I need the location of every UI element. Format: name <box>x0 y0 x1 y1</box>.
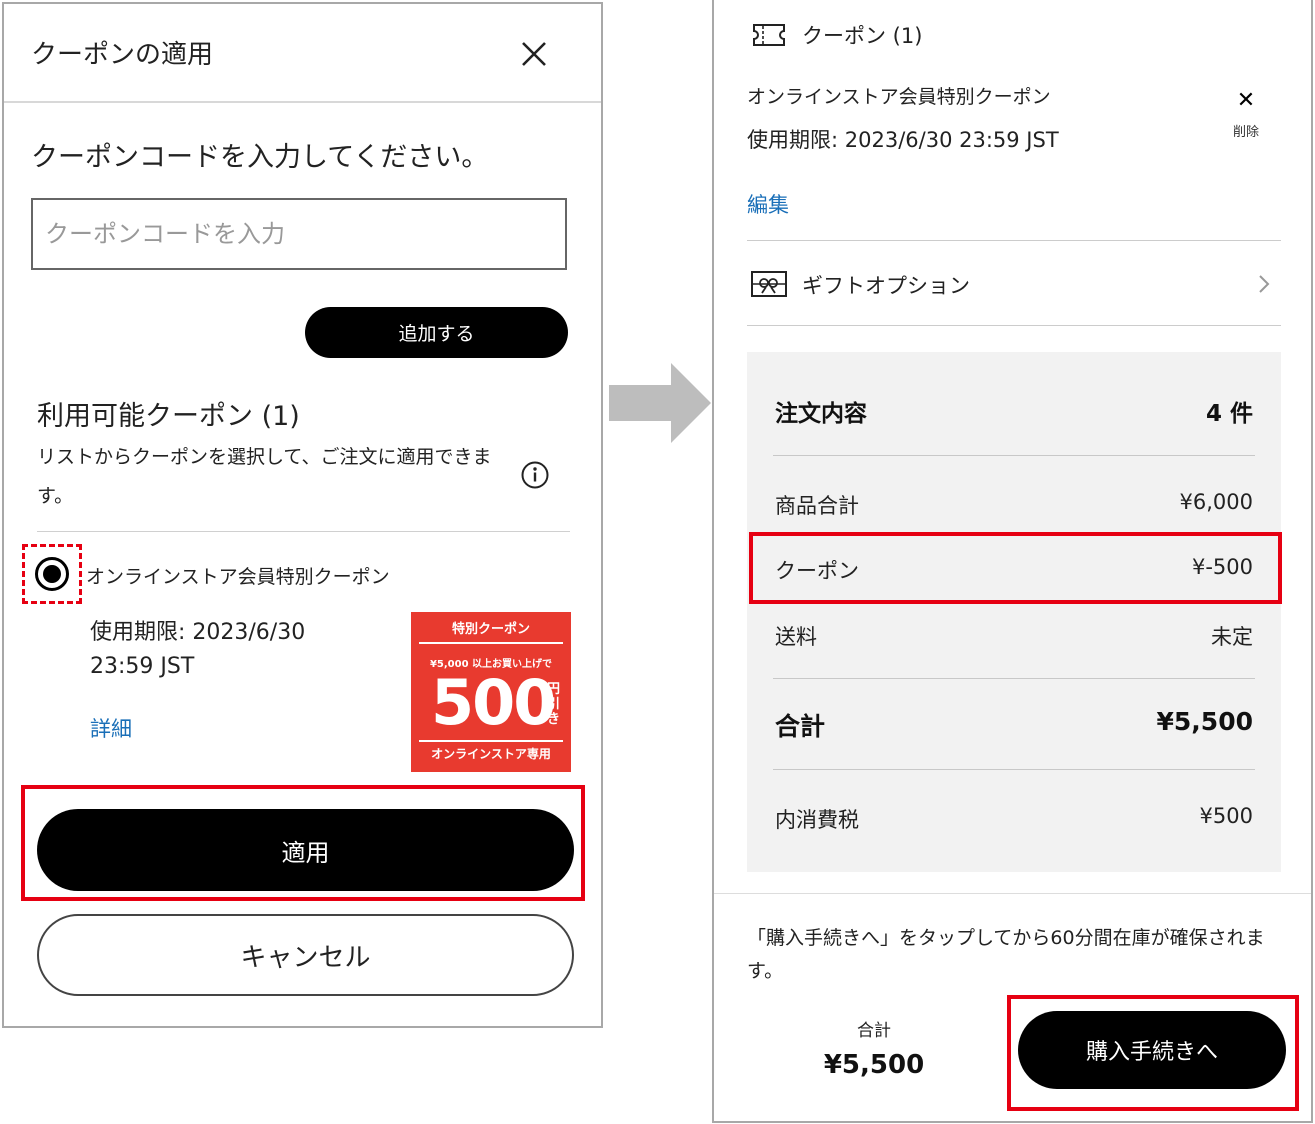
coupon-code-input[interactable] <box>31 198 567 270</box>
add-coupon-button[interactable]: 追加する <box>305 307 568 358</box>
proceed-to-checkout-button[interactable]: 購入手続きへ <box>1018 1011 1286 1089</box>
apply-button[interactable]: 適用 <box>37 809 574 891</box>
coupon-code-prompt: クーポンコードを入力してください。 <box>31 142 489 173</box>
summary-divider <box>773 678 1255 679</box>
coupon-detail-link[interactable]: 詳細 <box>90 713 132 743</box>
summary-divider <box>773 769 1255 770</box>
radio-selected-dot <box>43 565 61 583</box>
coupon-image-unit: 円引き <box>547 682 561 727</box>
total-label: 合計 <box>775 712 826 741</box>
tax-value: ¥500 <box>1199 804 1253 828</box>
coupon-row-highlight-annotation <box>749 532 1282 604</box>
coupon-image-rule <box>419 740 563 742</box>
available-coupons-description: リストからクーポンを選択して、ご注文に適用できます。 <box>37 446 492 507</box>
gift-icon <box>751 271 787 297</box>
subtotal-value: ¥6,000 <box>1179 490 1253 514</box>
summary-divider <box>773 455 1255 456</box>
coupon-image-title: 特別クーポン <box>451 622 530 637</box>
delete-coupon-label[interactable]: 削除 <box>1226 121 1266 140</box>
cancel-button[interactable]: キャンセル <box>37 914 574 996</box>
footer-divider <box>714 893 1311 894</box>
total-value: ¥5,500 <box>1156 707 1253 736</box>
list-divider <box>37 531 570 532</box>
summary-heading: 注文内容 <box>775 401 867 427</box>
coupon-section-header: クーポン (1) <box>802 24 923 48</box>
footer-total-label: 合計 <box>857 1021 891 1041</box>
coupon-image-amount: 500 <box>431 666 556 739</box>
footer-total-value: ¥5,500 <box>823 1050 925 1080</box>
coupon-image-footer: オンラインストア専用 <box>431 747 551 761</box>
subtotal-label: 商品合計 <box>775 494 859 518</box>
info-icon[interactable] <box>520 460 550 490</box>
cart-summary-screen: クーポン (1) オンラインストア会員特別クーポン 使用期限: 2023/6/3… <box>712 0 1313 1123</box>
close-icon[interactable] <box>516 36 552 72</box>
delete-icon[interactable]: ✕ <box>1226 88 1266 113</box>
dialog-title: クーポンの適用 <box>31 40 214 70</box>
coupon-radio-button[interactable] <box>35 557 69 591</box>
section-divider <box>747 325 1281 326</box>
arrow-right-icon <box>609 363 711 443</box>
coupon-image-rule <box>419 642 563 644</box>
chevron-right-icon <box>1257 273 1271 295</box>
coupon-name: オンラインストア会員特別クーポン <box>86 566 390 588</box>
shipping-label: 送料 <box>775 625 817 649</box>
tax-label: 内消費税 <box>775 808 859 832</box>
edit-coupon-link[interactable]: 編集 <box>747 189 789 219</box>
item-count: 4 件 <box>1205 401 1253 427</box>
coupon-apply-dialog: クーポンの適用 クーポンコードを入力してください。 追加する 利用可能クーポン … <box>2 2 603 1028</box>
gift-option-row[interactable]: ギフトオプション <box>747 243 1281 325</box>
section-divider <box>747 240 1281 241</box>
applied-coupon-name: オンラインストア会員特別クーポン <box>747 86 1051 108</box>
ticket-icon <box>752 23 786 47</box>
coupon-expiry: 使用期限: 2023/6/30 23:59 JST <box>90 620 306 679</box>
header-divider <box>4 101 601 103</box>
applied-coupon-expiry: 使用期限: 2023/6/30 23:59 JST <box>747 128 1059 152</box>
available-coupons-heading: 利用可能クーポン (1) <box>37 401 300 432</box>
stock-hold-notice: 「購入手続きへ」をタップしてから60分間在庫が確保されます。 <box>747 927 1265 982</box>
gift-option-label: ギフトオプション <box>802 274 970 298</box>
shipping-value: 未定 <box>1211 625 1253 649</box>
coupon-image: 特別クーポン ¥5,000 以上お買い上げで 500 円引き オンラインストア専… <box>411 612 571 772</box>
order-summary: 注文内容 4 件 商品合計 ¥6,000 クーポン ¥-500 送料 未定 合計… <box>747 352 1281 872</box>
